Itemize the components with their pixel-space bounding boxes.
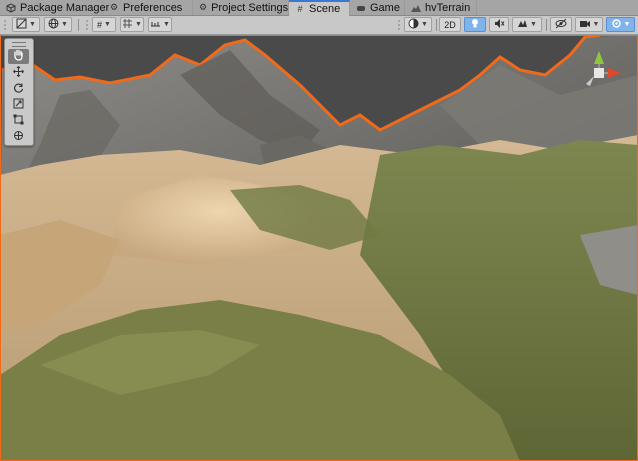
- transform-tool-button[interactable]: [8, 129, 29, 144]
- draw-mode-dropdown[interactable]: ▼: [12, 17, 40, 32]
- shading-mode-dropdown[interactable]: ▼: [404, 17, 432, 32]
- scene-toolbar: ▼ ▼ # ▼ ▼ ▼ ▼ 2D ▼ ▼ ▼: [0, 16, 638, 35]
- tab-label: Game: [370, 1, 400, 14]
- perspective-cube-icon[interactable]: [594, 68, 604, 78]
- x-axis-cone-icon[interactable]: [608, 68, 621, 78]
- hand-icon: [13, 49, 24, 64]
- chevron-down-icon: ▼: [592, 21, 600, 28]
- chevron-down-icon: ▼: [163, 21, 170, 28]
- scale-icon: [13, 98, 24, 112]
- camera-settings-dropdown[interactable]: ▼: [575, 17, 603, 32]
- rotate-tool-button[interactable]: [8, 81, 29, 96]
- scene-viewport[interactable]: [0, 35, 638, 461]
- ruler-icon: [150, 18, 161, 31]
- window-tab-bar: Package Manager ⚙ Preferences ⚙ Project …: [0, 0, 638, 16]
- eye-hidden-icon: [555, 18, 567, 31]
- tab-project-settings[interactable]: ⚙ Project Settings: [193, 0, 289, 15]
- tab-scene[interactable]: # Scene: [289, 0, 350, 16]
- globe-icon: [48, 18, 59, 31]
- rotate-icon: [13, 82, 24, 96]
- speaker-muted-icon: [494, 18, 505, 31]
- tab-package-manager[interactable]: Package Manager: [0, 0, 109, 15]
- tab-label: Package Manager: [20, 1, 110, 14]
- orientation-gizmo[interactable]: [574, 48, 624, 98]
- chevron-down-icon: ▼: [29, 21, 36, 28]
- sphere-shading-icon: [408, 18, 419, 31]
- hand-tool-button[interactable]: [8, 49, 29, 64]
- gamepad-icon: [356, 3, 366, 13]
- chevron-down-icon: ▼: [530, 21, 537, 28]
- toolbar-separator: [436, 19, 437, 31]
- package-icon: [6, 2, 16, 13]
- gizmos-dropdown[interactable]: ▼: [606, 17, 635, 32]
- z-axis-cone-icon[interactable]: [586, 76, 594, 86]
- tab-hvterrain[interactable]: hvTerrain: [405, 0, 477, 15]
- tab-game[interactable]: Game: [350, 0, 405, 15]
- transform-icon: [13, 130, 24, 144]
- chevron-down-icon: ▼: [61, 21, 68, 28]
- move-icon: [13, 65, 24, 80]
- gear-icon: ⚙: [109, 2, 119, 12]
- toolbar-grip-icon: [2, 17, 8, 32]
- scale-tool-button[interactable]: [8, 97, 29, 112]
- toggle-2d-label: 2D: [444, 19, 456, 30]
- toolbar-separator: [78, 19, 79, 31]
- chevron-down-icon: ▼: [421, 21, 428, 28]
- terrain-icon: [411, 3, 421, 13]
- grid-icon: #: [297, 4, 303, 14]
- toggle-2d-button[interactable]: 2D: [439, 17, 461, 32]
- camera-icon: [579, 18, 591, 31]
- toggle-lighting-button[interactable]: [464, 17, 486, 32]
- tab-label: hvTerrain: [425, 1, 471, 14]
- gizmos-icon: [611, 18, 622, 31]
- scene-tools-overlay: [4, 38, 34, 146]
- toolbar-separator: [546, 19, 547, 31]
- chevron-down-icon: ▼: [135, 21, 142, 28]
- scene-visibility-button[interactable]: [550, 17, 572, 32]
- global-local-dropdown[interactable]: ▼: [44, 17, 72, 32]
- rect-tool-button[interactable]: [8, 113, 29, 128]
- toolbar-grip-icon: [84, 17, 90, 32]
- terrain-render: [0, 35, 638, 461]
- y-axis-cone-icon[interactable]: [594, 51, 604, 64]
- tab-label: Project Settings: [211, 1, 289, 14]
- grid-snapping-dropdown[interactable]: ▼: [120, 17, 144, 32]
- overlay-grip-icon[interactable]: [12, 42, 26, 47]
- tab-preferences[interactable]: ⚙ Preferences: [103, 0, 193, 15]
- tab-label: Scene: [309, 3, 341, 15]
- grid-icon: #: [97, 19, 103, 30]
- effects-icon: [517, 18, 528, 31]
- gear-icon: ⚙: [199, 2, 208, 12]
- toolbar-grip-icon: [396, 17, 402, 32]
- snap-grid-icon: [122, 18, 133, 31]
- chevron-down-icon: ▼: [104, 21, 111, 28]
- rect-icon: [13, 114, 24, 128]
- chevron-down-icon: ▼: [623, 21, 631, 28]
- shaded-icon: [16, 18, 27, 31]
- move-tool-button[interactable]: [8, 65, 29, 80]
- grid-visibility-dropdown[interactable]: # ▼: [92, 17, 116, 32]
- increment-snapping-dropdown[interactable]: ▼: [148, 17, 172, 32]
- effects-dropdown[interactable]: ▼: [512, 17, 542, 32]
- lightbulb-icon: [470, 18, 480, 31]
- tab-label: Preferences: [123, 1, 183, 14]
- toggle-audio-button[interactable]: [489, 17, 509, 32]
